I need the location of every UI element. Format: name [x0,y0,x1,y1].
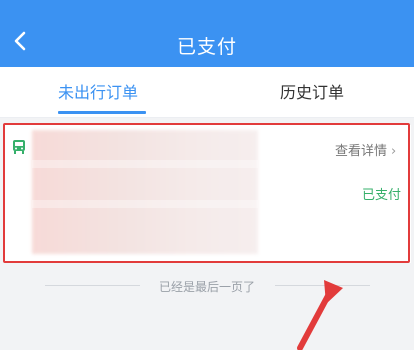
tab-history-orders[interactable]: 历史订单 [280,79,344,103]
page-title: 已支付 [176,36,237,58]
active-tab-indicator [58,111,146,114]
view-details-label: 查看详情 [335,144,388,159]
tab-upcoming-orders[interactable]: 未出行订单 [58,79,138,103]
status-badge: 已支付 [362,188,402,203]
order-tabs: 未出行订单 历史订单 [0,67,414,118]
redacted-divider [32,160,258,168]
top-bar: 已支付 [0,0,414,67]
view-details-link[interactable]: 查看详情 › [335,140,396,159]
redacted-order-info [32,130,258,254]
chevron-right-icon: › [391,144,397,159]
annotation-arrow-icon [297,280,343,350]
bus-icon [12,139,26,155]
redacted-divider [32,200,258,208]
